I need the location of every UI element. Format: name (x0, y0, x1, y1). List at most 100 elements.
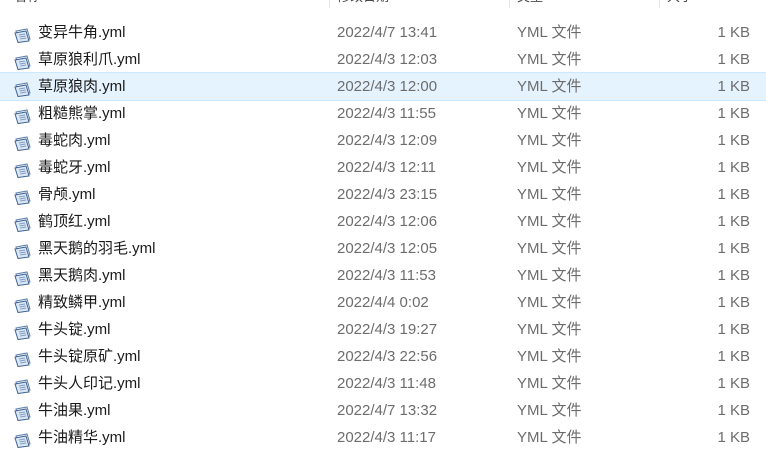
file-modified-date: 2022/4/3 22:56 (337, 348, 438, 365)
file-modified-date: 2022/4/3 12:05 (337, 240, 438, 257)
file-row[interactable]: 精致鳞甲.yml 2022/4/4 0:02 YML 文件 1 KB (0, 289, 766, 316)
file-type: YML 文件 (517, 267, 582, 284)
yml-file-icon (14, 52, 32, 71)
file-row[interactable]: 鹤顶红.yml 2022/4/3 12:06 YML 文件 1 KB (0, 208, 766, 235)
column-header-bar: 名称 修改日期 类型 大小 (0, 0, 766, 8)
file-modified-date: 2022/4/3 11:53 (337, 267, 436, 284)
file-type: YML 文件 (517, 402, 582, 419)
file-name[interactable]: 牛头人印记.yml (38, 370, 141, 397)
file-size: 1 KB (717, 186, 750, 203)
file-row[interactable]: 毒蛇牙.yml 2022/4/3 12:11 YML 文件 1 KB (0, 154, 766, 181)
yml-file-icon (14, 241, 32, 260)
file-name[interactable]: 变异牛角.yml (38, 19, 126, 46)
file-size: 1 KB (717, 78, 750, 95)
file-modified-date: 2022/4/3 12:00 (337, 78, 438, 95)
file-type: YML 文件 (517, 294, 582, 311)
file-type: YML 文件 (517, 132, 582, 149)
file-type: YML 文件 (517, 186, 582, 203)
column-header-size[interactable]: 大小 (667, 0, 747, 8)
yml-file-icon (14, 187, 32, 206)
file-type: YML 文件 (517, 213, 582, 230)
file-name[interactable]: 草原狼利爪.yml (38, 46, 141, 73)
file-size: 1 KB (717, 240, 750, 257)
file-size: 1 KB (717, 375, 750, 392)
file-type: YML 文件 (517, 105, 582, 122)
file-modified-date: 2022/4/3 11:55 (337, 105, 436, 122)
column-header-date[interactable]: 修改日期 (337, 0, 497, 8)
file-list: 变异牛角.yml 2022/4/7 13:41 YML 文件 1 KB 草原狼利爪.ym… (0, 19, 766, 451)
yml-file-icon (14, 214, 32, 233)
file-name[interactable]: 牛油精华.yml (38, 424, 126, 451)
yml-file-icon (14, 376, 32, 395)
file-type: YML 文件 (517, 78, 582, 95)
file-modified-date: 2022/4/3 11:48 (337, 375, 436, 392)
file-row[interactable]: 变异牛角.yml 2022/4/7 13:41 YML 文件 1 KB (0, 19, 766, 46)
file-modified-date: 2022/4/3 12:09 (337, 132, 438, 149)
column-divider[interactable] (659, 0, 660, 8)
file-row[interactable]: 草原狼肉.yml 2022/4/3 12:00 YML 文件 1 KB (0, 72, 766, 101)
yml-file-icon (14, 268, 32, 287)
column-divider[interactable] (329, 0, 330, 8)
file-name[interactable]: 骨颅.yml (38, 181, 96, 208)
file-row[interactable]: 牛头人印记.yml 2022/4/3 11:48 YML 文件 1 KB (0, 370, 766, 397)
yml-file-icon (14, 106, 32, 125)
file-row[interactable]: 草原狼利爪.yml 2022/4/3 12:03 YML 文件 1 KB (0, 46, 766, 73)
file-name[interactable]: 牛头锭.yml (38, 316, 111, 343)
file-name[interactable]: 黑天鹅肉.yml (38, 262, 126, 289)
file-name[interactable]: 精致鳞甲.yml (38, 289, 126, 316)
file-row[interactable]: 粗糙熊掌.yml 2022/4/3 11:55 YML 文件 1 KB (0, 100, 766, 127)
file-name[interactable]: 粗糙熊掌.yml (38, 100, 126, 127)
file-size: 1 KB (717, 159, 750, 176)
file-name[interactable]: 毒蛇牙.yml (38, 154, 111, 181)
file-size: 1 KB (717, 51, 750, 68)
yml-file-icon (14, 133, 32, 152)
file-row[interactable]: 毒蛇肉.yml 2022/4/3 12:09 YML 文件 1 KB (0, 127, 766, 154)
file-size: 1 KB (717, 321, 750, 338)
file-size: 1 KB (717, 105, 750, 122)
file-type: YML 文件 (517, 321, 582, 338)
file-modified-date: 2022/4/3 12:11 (337, 159, 436, 176)
file-name[interactable]: 毒蛇肉.yml (38, 127, 111, 154)
file-name[interactable]: 牛油果.yml (38, 397, 111, 424)
file-name[interactable]: 鹤顶红.yml (38, 208, 111, 235)
file-row[interactable]: 牛头锭原矿.yml 2022/4/3 22:56 YML 文件 1 KB (0, 343, 766, 370)
file-type: YML 文件 (517, 348, 582, 365)
column-header-type[interactable]: 类型 (517, 0, 647, 8)
file-modified-date: 2022/4/3 19:27 (337, 321, 438, 338)
file-size: 1 KB (717, 267, 750, 284)
file-modified-date: 2022/4/7 13:32 (337, 402, 438, 419)
yml-file-icon (14, 349, 32, 368)
file-row[interactable]: 牛油精华.yml 2022/4/3 11:17 YML 文件 1 KB (0, 424, 766, 451)
file-type: YML 文件 (517, 429, 582, 446)
yml-file-icon (14, 403, 32, 422)
file-row[interactable]: 骨颅.yml 2022/4/3 23:15 YML 文件 1 KB (0, 181, 766, 208)
file-name[interactable]: 牛头锭原矿.yml (38, 343, 141, 370)
file-row[interactable]: 牛油果.yml 2022/4/7 13:32 YML 文件 1 KB (0, 397, 766, 424)
file-modified-date: 2022/4/3 23:15 (337, 186, 438, 203)
file-modified-date: 2022/4/3 12:03 (337, 51, 438, 68)
file-row[interactable]: 牛头锭.yml 2022/4/3 19:27 YML 文件 1 KB (0, 316, 766, 343)
file-name[interactable]: 草原狼肉.yml (38, 73, 126, 100)
file-row[interactable]: 黑天鹅肉.yml 2022/4/3 11:53 YML 文件 1 KB (0, 262, 766, 289)
file-type: YML 文件 (517, 240, 582, 257)
file-size: 1 KB (717, 402, 750, 419)
file-row[interactable]: 黑天鹅的羽毛.yml 2022/4/3 12:05 YML 文件 1 KB (0, 235, 766, 262)
file-size: 1 KB (717, 132, 750, 149)
yml-file-icon (14, 160, 32, 179)
yml-file-icon (14, 295, 32, 314)
yml-file-icon (14, 25, 32, 44)
file-type: YML 文件 (517, 51, 582, 68)
file-size: 1 KB (717, 24, 750, 41)
file-size: 1 KB (717, 429, 750, 446)
file-modified-date: 2022/4/3 12:06 (337, 213, 438, 230)
file-type: YML 文件 (517, 375, 582, 392)
file-name[interactable]: 黑天鹅的羽毛.yml (38, 235, 156, 262)
column-divider[interactable] (509, 0, 510, 8)
file-size: 1 KB (717, 294, 750, 311)
file-type: YML 文件 (517, 159, 582, 176)
file-type: YML 文件 (517, 24, 582, 41)
column-header-name[interactable]: 名称 (14, 0, 314, 8)
yml-file-icon (14, 79, 32, 98)
file-modified-date: 2022/4/4 0:02 (337, 294, 429, 311)
file-modified-date: 2022/4/3 11:17 (337, 429, 436, 446)
